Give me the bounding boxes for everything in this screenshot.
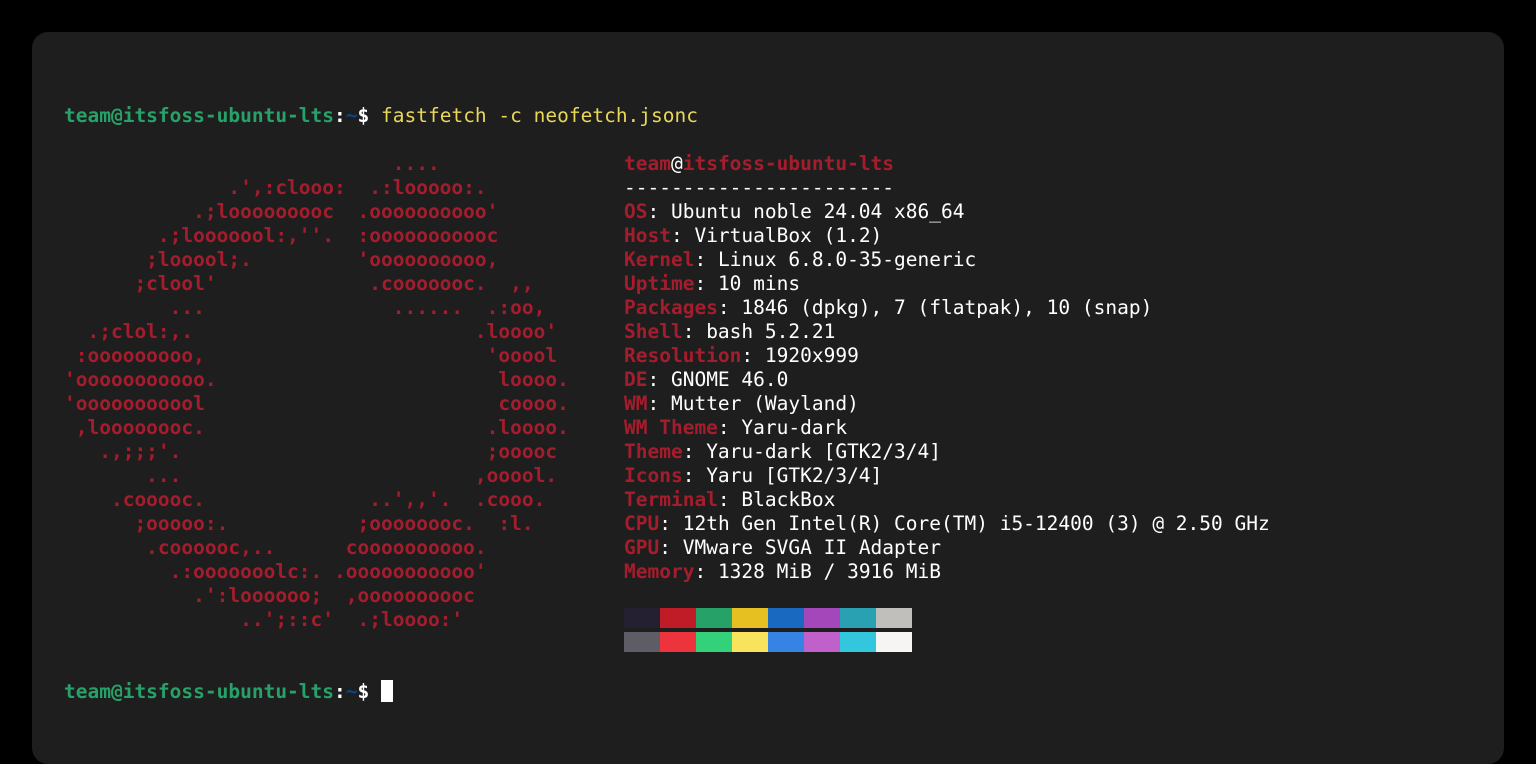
info-value: Yaru-dark bbox=[741, 416, 847, 439]
info-key: Theme bbox=[624, 440, 683, 463]
header-host: itsfoss-ubuntu-lts bbox=[683, 152, 894, 175]
header-separator: ----------------------- bbox=[624, 176, 894, 199]
info-value: 1328 MiB / 3916 MiB bbox=[718, 560, 941, 583]
prompt-colon: : bbox=[334, 680, 346, 704]
info-value: VirtualBox (1.2) bbox=[694, 224, 882, 247]
prompt-path: ~ bbox=[346, 104, 358, 128]
command-line: team@itsfoss-ubuntu-lts:~$ fastfetch -c … bbox=[64, 104, 1472, 128]
color-swatch bbox=[804, 608, 840, 628]
info-value: GNOME 46.0 bbox=[671, 368, 788, 391]
color-swatches-row-1 bbox=[624, 632, 912, 655]
info-key: Host bbox=[624, 224, 671, 247]
info-value: Mutter (Wayland) bbox=[671, 392, 859, 415]
info-value: 1920x999 bbox=[765, 344, 859, 367]
cursor-icon bbox=[381, 680, 393, 702]
info-key: Uptime bbox=[624, 272, 694, 295]
info-key: OS bbox=[624, 200, 647, 223]
header-user: team bbox=[624, 152, 671, 175]
info-key: CPU bbox=[624, 512, 659, 535]
color-swatch bbox=[732, 608, 768, 628]
info-value: VMware SVGA II Adapter bbox=[683, 536, 941, 559]
prompt-line-2[interactable]: team@itsfoss-ubuntu-lts:~$ bbox=[64, 680, 1472, 704]
color-swatch bbox=[696, 632, 732, 652]
color-swatch bbox=[660, 632, 696, 652]
output-body: .... .',:clooo: .:looooo:. .;looooooooc … bbox=[64, 152, 1472, 656]
info-key: Terminal bbox=[624, 488, 718, 511]
color-swatch bbox=[624, 632, 660, 652]
info-value: Linux 6.8.0-35-generic bbox=[718, 248, 976, 271]
color-swatch bbox=[696, 608, 732, 628]
info-key: Shell bbox=[624, 320, 683, 343]
prompt-dollar: $ bbox=[358, 680, 381, 704]
color-swatch bbox=[660, 608, 696, 628]
color-swatch bbox=[876, 608, 912, 628]
info-key: WM bbox=[624, 392, 647, 415]
color-swatch bbox=[768, 632, 804, 652]
prompt-userhost: team@itsfoss-ubuntu-lts bbox=[64, 680, 334, 704]
prompt-path: ~ bbox=[346, 680, 358, 704]
color-swatch bbox=[840, 608, 876, 628]
color-swatch bbox=[840, 632, 876, 652]
command-text: fastfetch -c neofetch.jsonc bbox=[381, 104, 698, 128]
ascii-logo: .... .',:clooo: .:looooo:. .;looooooooc … bbox=[64, 152, 624, 656]
prompt-userhost: team@itsfoss-ubuntu-lts bbox=[64, 104, 334, 128]
info-key: Packages bbox=[624, 296, 718, 319]
color-swatch bbox=[624, 608, 660, 628]
info-key: Kernel bbox=[624, 248, 694, 271]
info-key: GPU bbox=[624, 536, 659, 559]
header-at: @ bbox=[671, 152, 683, 175]
info-value: 12th Gen Intel(R) Core(TM) i5-12400 (3) … bbox=[683, 512, 1270, 535]
color-swatch bbox=[732, 632, 768, 652]
info-value: 1846 (dpkg), 7 (flatpak), 10 (snap) bbox=[741, 296, 1152, 319]
prompt-colon: : bbox=[334, 104, 346, 128]
info-key: DE bbox=[624, 368, 647, 391]
info-value: bash 5.2.21 bbox=[706, 320, 835, 343]
info-value: 10 mins bbox=[718, 272, 800, 295]
info-key: WM Theme bbox=[624, 416, 718, 439]
info-key: Resolution bbox=[624, 344, 741, 367]
info-key: Memory bbox=[624, 560, 694, 583]
system-info: team@itsfoss-ubuntu-lts ----------------… bbox=[624, 152, 1472, 656]
info-value: Ubuntu noble 24.04 x86_64 bbox=[671, 200, 965, 223]
color-swatch bbox=[768, 608, 804, 628]
info-value: BlackBox bbox=[741, 488, 835, 511]
prompt-dollar: $ bbox=[358, 104, 381, 128]
info-key: Icons bbox=[624, 464, 683, 487]
color-swatches-row-0 bbox=[624, 608, 912, 631]
info-value: Yaru-dark [GTK2/3/4] bbox=[706, 440, 941, 463]
info-value: Yaru [GTK2/3/4] bbox=[706, 464, 882, 487]
color-swatch bbox=[804, 632, 840, 652]
color-swatch bbox=[876, 632, 912, 652]
terminal-window[interactable]: team@itsfoss-ubuntu-lts:~$ fastfetch -c … bbox=[32, 32, 1504, 764]
